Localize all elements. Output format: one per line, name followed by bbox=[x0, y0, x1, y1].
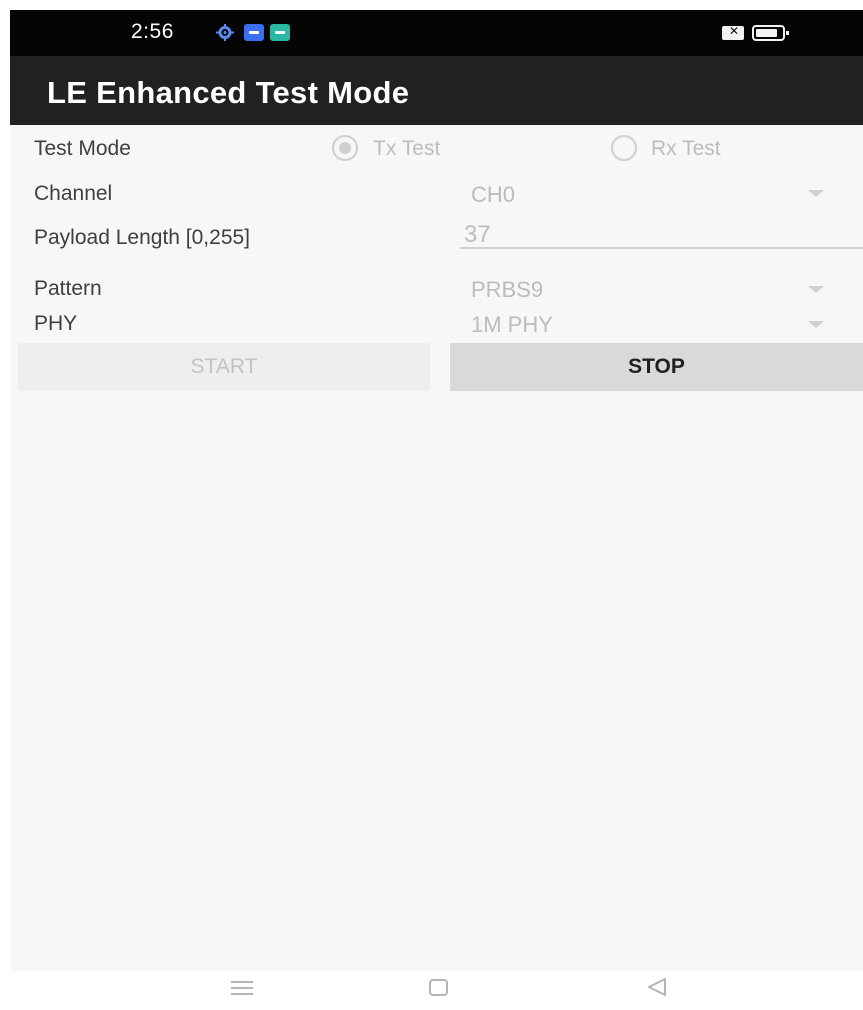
channel-dropdown[interactable]: CH0 bbox=[471, 182, 515, 208]
app-notification-icon bbox=[244, 24, 264, 41]
radio-unselected-icon bbox=[611, 135, 637, 161]
test-mode-label: Test Mode bbox=[34, 137, 131, 160]
battery-icon bbox=[752, 25, 789, 41]
phy-label: PHY bbox=[34, 312, 78, 335]
stop-button[interactable]: STOP bbox=[450, 343, 863, 391]
pattern-label: Pattern bbox=[34, 277, 102, 300]
test-form: Test Mode Tx Test Rx Test Channel CH0 Pa… bbox=[10, 125, 863, 971]
navigation-bar bbox=[10, 971, 863, 1010]
channel-label: Channel bbox=[34, 182, 113, 205]
phy-dropdown[interactable]: 1M PHY bbox=[471, 312, 553, 338]
rx-test-label[interactable]: Rx Test bbox=[651, 137, 721, 161]
chevron-down-icon[interactable] bbox=[808, 190, 824, 197]
rx-test-radio[interactable] bbox=[607, 135, 640, 161]
chevron-down-icon[interactable] bbox=[808, 321, 824, 328]
tx-test-label[interactable]: Tx Test bbox=[373, 137, 440, 161]
status-time: 2:56 bbox=[131, 20, 174, 43]
home-icon[interactable] bbox=[429, 979, 448, 996]
pattern-dropdown[interactable]: PRBS9 bbox=[471, 277, 543, 303]
status-bar: 2:56 ✕ bbox=[10, 10, 863, 56]
tx-test-radio[interactable] bbox=[328, 135, 361, 161]
payload-input-underline bbox=[460, 247, 863, 249]
sim-glyph: ✕ bbox=[729, 24, 740, 38]
app-notification-icon bbox=[270, 24, 290, 41]
page-title: LE Enhanced Test Mode bbox=[47, 75, 410, 110]
chevron-down-icon[interactable] bbox=[808, 286, 824, 293]
payload-length-label: Payload Length [0,255] bbox=[34, 226, 251, 249]
app-bar: LE Enhanced Test Mode bbox=[10, 56, 863, 125]
menu-icon[interactable] bbox=[231, 981, 253, 995]
start-button[interactable]: START bbox=[18, 343, 430, 391]
back-icon[interactable] bbox=[646, 977, 668, 1002]
sim-icon: ✕ bbox=[722, 24, 744, 40]
payload-length-input[interactable]: 37 bbox=[464, 221, 491, 249]
gear-icon bbox=[215, 24, 235, 41]
